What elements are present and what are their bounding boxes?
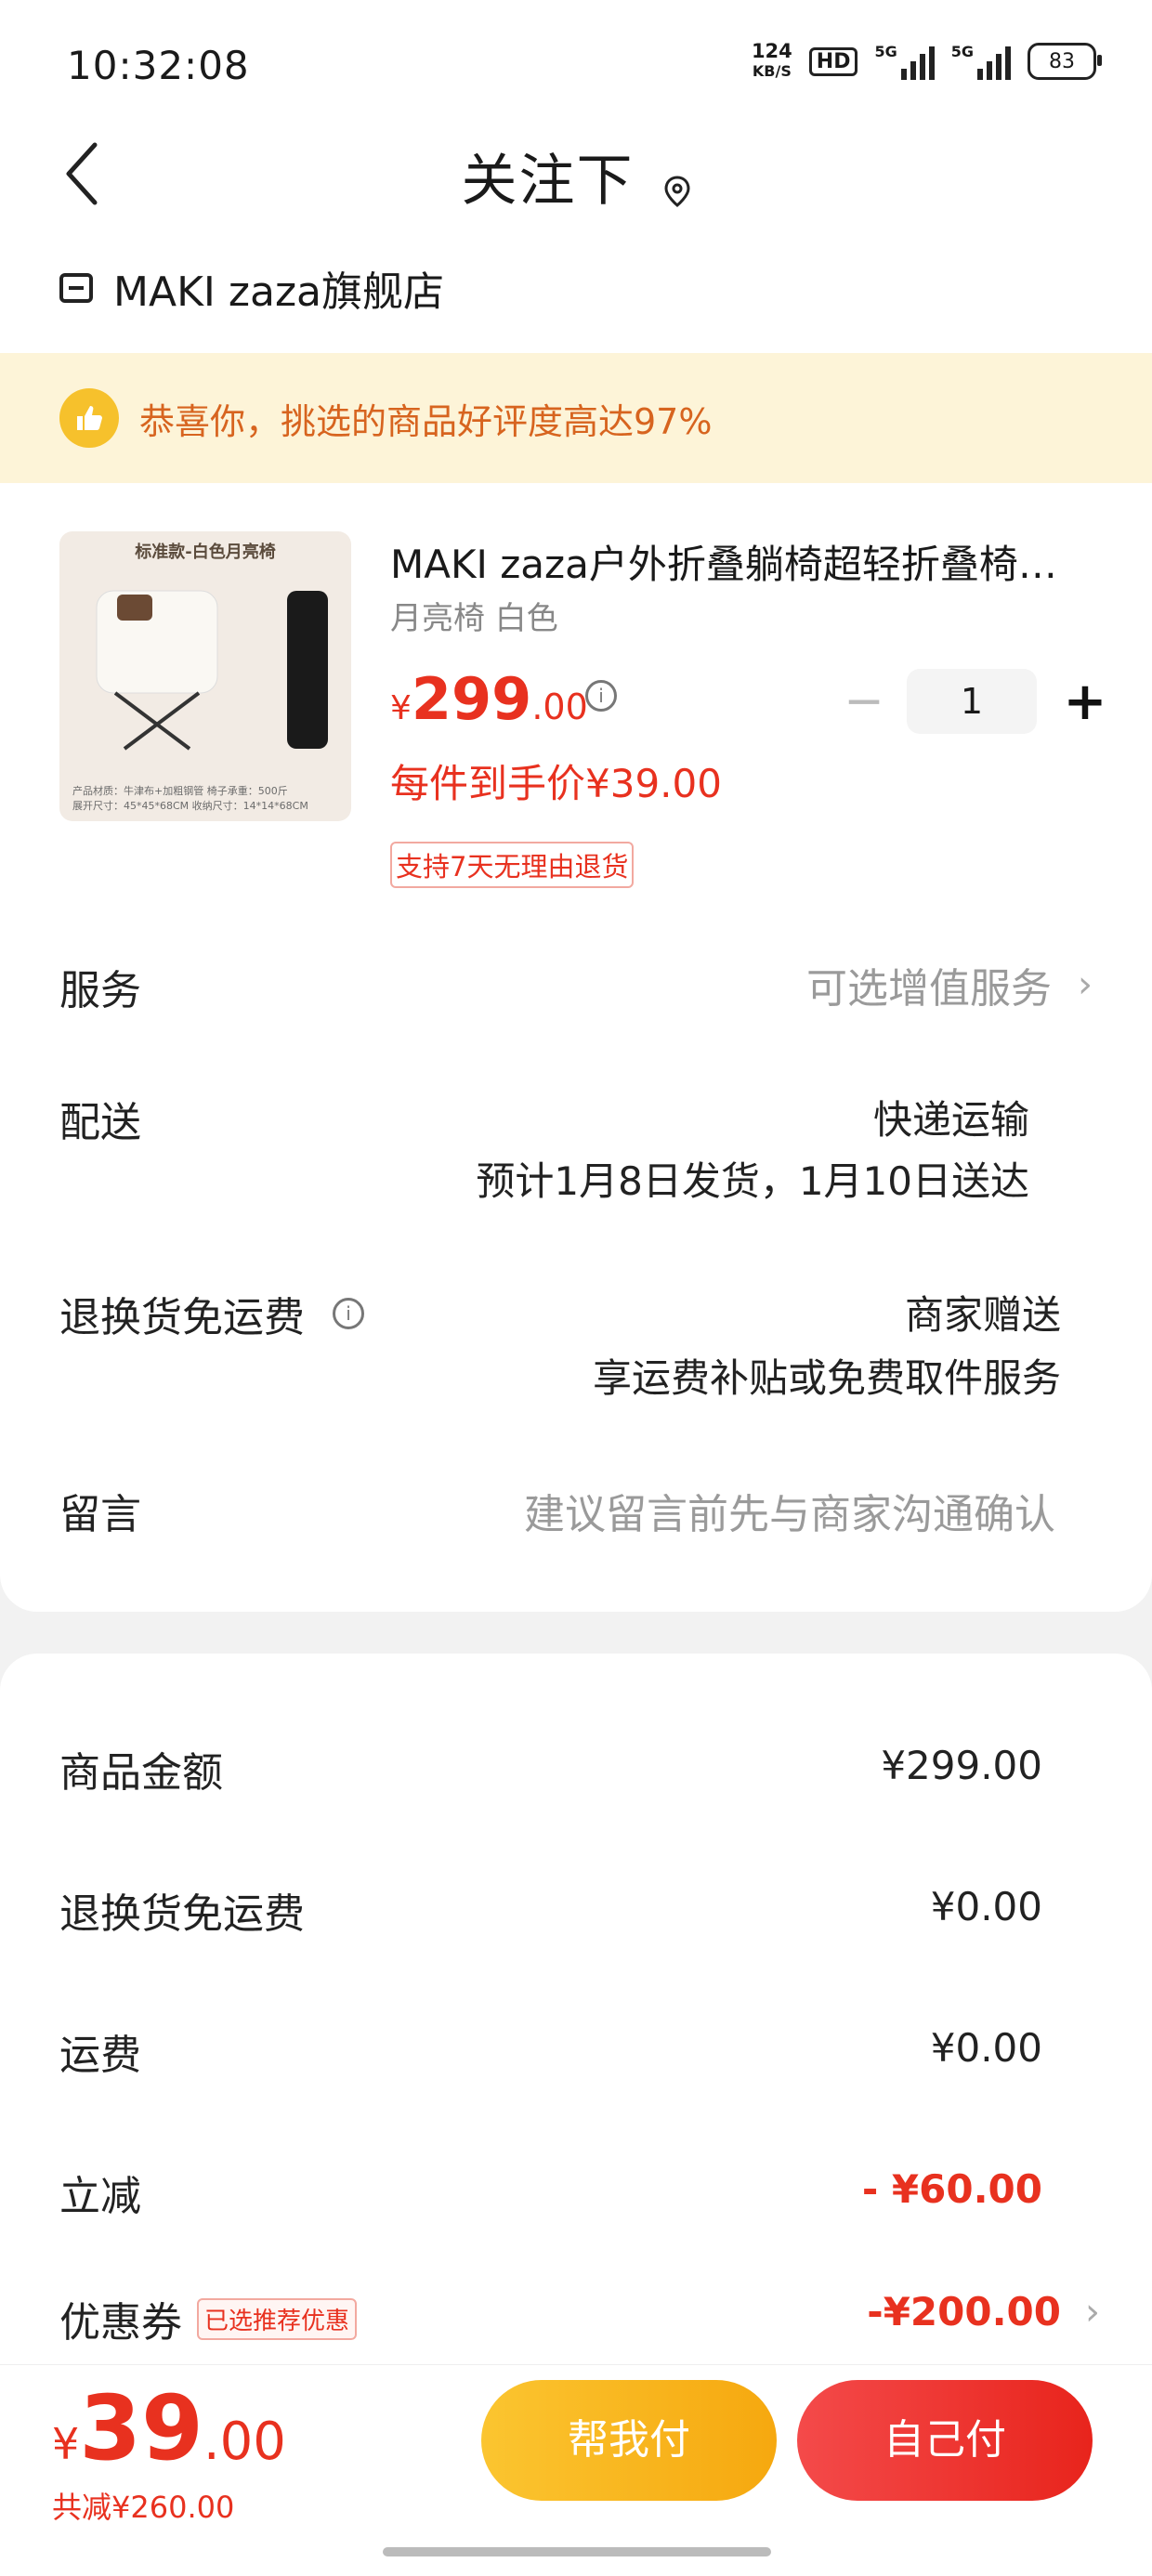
service-label: 服务 bbox=[59, 967, 141, 1014]
coupon-label: 优惠券 bbox=[59, 2299, 182, 2347]
signal-5g-icon-2: 5G bbox=[951, 43, 1011, 80]
coupon-tag: 已选推荐优惠 bbox=[197, 2297, 358, 2340]
delivery-method: 快递运输 bbox=[872, 1097, 1029, 1143]
shipping-label: 运费 bbox=[59, 2032, 141, 2079]
delivery-label: 配送 bbox=[59, 1099, 141, 1146]
goods-amount-label: 商品金额 bbox=[59, 1749, 223, 1797]
product-name[interactable]: MAKI zaza户外折叠躺椅超轻折叠椅… bbox=[390, 533, 1096, 590]
coupon-selector[interactable]: -¥200.00 › bbox=[867, 2289, 1100, 2334]
return-fee: ¥0.00 bbox=[930, 1884, 1042, 1929]
self-pay-button[interactable]: 自己付 bbox=[797, 2380, 1093, 2501]
banner-text: 恭喜你，挑选的商品好评度高达97% bbox=[139, 400, 713, 442]
store-icon bbox=[59, 273, 93, 303]
location-icon[interactable] bbox=[663, 176, 691, 216]
return-fee-label: 退换货免运费 bbox=[59, 1890, 305, 1938]
coupon-amount: -¥200.00 bbox=[867, 2289, 1061, 2334]
product-price: ¥299.00 bbox=[390, 665, 588, 733]
home-indicator[interactable] bbox=[383, 2547, 771, 2556]
product-spec[interactable]: 月亮椅 白色 bbox=[390, 593, 558, 638]
chevron-right-icon: › bbox=[1085, 2290, 1100, 2334]
order-card: 标准款-白色月亮椅 产品材质：牛津布+加粗钢管 椅子承重：500斤 展开尺寸：4… bbox=[0, 483, 1152, 1612]
checkout-bar: ¥39.00 共减¥260.00 帮我付 自己付 bbox=[0, 2364, 1152, 2576]
battery-icon: 83 bbox=[1028, 43, 1102, 80]
quantity-stepper: − 1 + bbox=[836, 669, 1113, 734]
status-bar: 10:32:08 124 KB/S HD 5G 5G 83 bbox=[0, 0, 1152, 139]
decrease-button[interactable]: − bbox=[836, 673, 892, 729]
store-name: MAKI zaza旗舰店 bbox=[113, 268, 444, 316]
total-price: ¥39.00 bbox=[52, 2376, 286, 2480]
final-unit-price: 每件到手价¥39.00 bbox=[390, 761, 722, 806]
price-summary-card: 商品金额 ¥299.00 退换货免运费 ¥0.00 运费 ¥0.00 立减 - … bbox=[0, 1654, 1152, 2369]
message-label: 留言 bbox=[59, 1491, 141, 1538]
return-free-desc: 享运费补贴或免费取件服务 bbox=[592, 1355, 1061, 1401]
rating-banner: 恭喜你，挑选的商品好评度高达97% bbox=[0, 353, 1152, 483]
nav-bar: 关注下 MAKI zaza旗舰店 bbox=[0, 139, 1152, 353]
chevron-right-icon: › bbox=[1078, 963, 1093, 1006]
shipping-fee: ¥0.00 bbox=[930, 2025, 1042, 2071]
thumbs-up-icon bbox=[59, 388, 119, 448]
increase-button[interactable]: + bbox=[1057, 672, 1113, 732]
help-pay-button[interactable]: 帮我付 bbox=[481, 2380, 777, 2501]
info-icon[interactable]: i bbox=[333, 1298, 364, 1329]
discount-amount: - ¥60.00 bbox=[861, 2166, 1042, 2212]
delivery-eta: 预计1月8日发货，1月10日送达 bbox=[476, 1158, 1029, 1204]
total-reduce: 共减¥260.00 bbox=[52, 2490, 235, 2525]
quantity-input[interactable]: 1 bbox=[907, 669, 1037, 734]
message-input[interactable]: 建议留言前先与商家沟通确认 bbox=[524, 1481, 1055, 1540]
store-link[interactable]: MAKI zaza旗舰店 bbox=[59, 258, 444, 318]
hd-icon: HD bbox=[808, 46, 858, 76]
return-free-value: 商家赠送 bbox=[904, 1292, 1061, 1338]
signal-5g-icon: 5G bbox=[874, 43, 935, 80]
status-icons: 124 KB/S HD 5G 5G 83 bbox=[751, 40, 1102, 82]
price-info-icon[interactable]: i bbox=[585, 680, 617, 712]
goods-amount: ¥299.00 bbox=[881, 1743, 1042, 1788]
network-speed: 124 KB/S bbox=[751, 40, 792, 80]
product-image[interactable]: 标准款-白色月亮椅 产品材质：牛津布+加粗钢管 椅子承重：500斤 展开尺寸：4… bbox=[59, 531, 351, 821]
service-selector[interactable]: 可选增值服务 › bbox=[806, 955, 1093, 1014]
return-free-label: 退换货免运费 bbox=[59, 1294, 305, 1341]
page-title: 关注下 bbox=[0, 136, 1152, 216]
status-time: 10:32:08 bbox=[67, 43, 250, 88]
discount-label: 立减 bbox=[59, 2173, 141, 2220]
return-policy-tag: 支持7天无理由退货 bbox=[390, 842, 635, 888]
